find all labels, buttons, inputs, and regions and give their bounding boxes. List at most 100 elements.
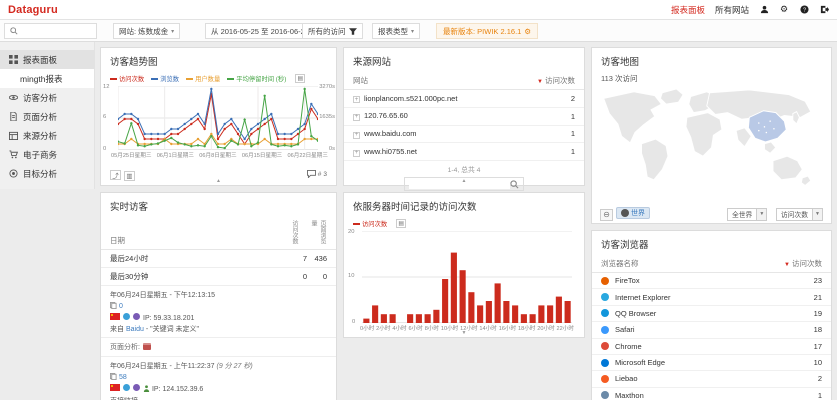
col-visits[interactable]: 访问次数 xyxy=(545,76,575,85)
dashboard-link[interactable]: 报表面板 xyxy=(671,4,705,16)
sidebar-item-label: 目标分析 xyxy=(23,168,57,180)
region-select[interactable]: 全世界▼ xyxy=(727,208,767,221)
zoom-out-icon[interactable]: ⊖ xyxy=(600,209,613,221)
table-row[interactable]: Maxthon1 xyxy=(592,388,831,400)
china-flag-icon xyxy=(110,313,120,320)
page-icon[interactable] xyxy=(143,343,151,350)
table-row: 最后30分钟 0 0 xyxy=(101,268,336,286)
col-browser-name[interactable]: 浏览器名称 xyxy=(601,258,639,269)
browser-icon xyxy=(123,384,130,391)
export-image-icon[interactable]: ▤ xyxy=(396,219,406,228)
col-visits[interactable]: 访问次数 xyxy=(792,259,822,268)
referrer-line: 直接链接 xyxy=(110,396,327,400)
expand-icon[interactable]: + xyxy=(353,132,360,139)
x-axis-tick: 16小时 xyxy=(499,324,516,332)
date-range-label: 从 2016-05-25 至 2016-06-24 xyxy=(211,26,309,37)
all-sites-link[interactable]: 所有网站 xyxy=(715,4,749,16)
table-row[interactable]: Liebao2 xyxy=(592,371,831,387)
table-row[interactable]: Internet Explorer21 xyxy=(592,289,831,305)
visited-page-icons[interactable] xyxy=(143,343,154,352)
gear-icon[interactable]: ⚙ xyxy=(779,5,789,15)
export-image-icon[interactable]: ▤ xyxy=(295,74,305,83)
segment-selector[interactable]: 所有的访问 xyxy=(302,23,363,39)
signout-icon[interactable] xyxy=(819,5,829,15)
y-axis-tick: 12 xyxy=(103,84,109,90)
search-input[interactable] xyxy=(21,26,91,37)
pagination-label: 1-4, 总共 4 xyxy=(344,164,584,174)
table-row[interactable]: Safari18 xyxy=(592,322,831,338)
world-map[interactable] xyxy=(598,85,825,202)
expand-icon[interactable]: + xyxy=(353,96,360,103)
sidebar-item-ecommerce[interactable]: 电子商务 xyxy=(0,145,94,164)
expand-icon[interactable]: + xyxy=(353,150,360,157)
collapse-caret[interactable]: ▲ xyxy=(462,178,467,184)
annotations-toggle[interactable]: #3 xyxy=(307,170,327,178)
table-row[interactable]: FireTox23 xyxy=(592,273,831,289)
sidebar: 报表面板 mingth报表 访客分析 页面分析 来源分析 电子商务 xyxy=(0,42,95,189)
qq-browser-icon xyxy=(601,309,609,317)
image-icon[interactable]: ▥ xyxy=(124,171,135,181)
global-search[interactable] xyxy=(4,23,97,39)
table-row[interactable]: +www.hi0755.net1 xyxy=(344,143,584,161)
metric-select[interactable]: 访问次数▼ xyxy=(776,208,823,221)
world-view-button[interactable]: 世界 xyxy=(616,207,650,219)
table-row[interactable]: Chrome17 xyxy=(592,339,831,355)
pages-count: 58 xyxy=(119,374,127,381)
table-search-input[interactable] xyxy=(409,180,510,189)
sidebar-item-pages[interactable]: 页面分析 xyxy=(0,107,94,126)
visits-by-server-time-panel: 依服务器时间记录的访问次数 访问次数 ▤ 20 10 0 0小时2小时4小时6小… xyxy=(343,192,585,338)
sidebar-item-goals[interactable]: 目标分析 xyxy=(0,164,94,183)
panel-title: 访客地图 xyxy=(592,48,831,73)
table-row[interactable]: +120.76.65.601 xyxy=(344,108,584,126)
table-row[interactable]: QQ Browser19 xyxy=(592,306,831,322)
trend-legend: 访问次数 浏览数 用户数量 平均停留时间 (秒) ▤ xyxy=(101,73,336,84)
trend-x-axis-labels: 05月25日星期三06月1日星期三06月8日星期三06月15日星期三06月22日… xyxy=(111,151,328,159)
edge-icon xyxy=(601,359,609,367)
page-analysis-label: 页面分析: xyxy=(110,342,140,352)
y-axis-tick: 0s xyxy=(329,146,335,152)
globe-icon xyxy=(621,209,629,217)
export-icon[interactable]: ⤴ xyxy=(110,170,121,180)
help-icon[interactable]: ? xyxy=(799,5,809,15)
legend-item-pageviews[interactable]: 浏览数 xyxy=(151,74,179,83)
baidu-link[interactable]: Baidu xyxy=(126,326,144,333)
legend-item-visits[interactable]: 访问次数 xyxy=(110,74,144,83)
version-notice[interactable]: 最新版本: PIWIK 2.16.1⚙ xyxy=(436,23,538,39)
collapse-caret[interactable]: ▲ xyxy=(216,178,221,184)
collapse-caret[interactable]: ▼ xyxy=(462,330,467,336)
sort-desc-icon: ▼ xyxy=(784,262,790,268)
y-axis-tick: 20 xyxy=(348,229,354,235)
legend-item-users[interactable]: 用户数量 xyxy=(186,74,220,83)
y-axis-tick: 1635s xyxy=(319,114,335,120)
user-icon[interactable] xyxy=(759,5,769,15)
col-date: 日期 xyxy=(110,235,280,246)
x-axis-tick: 06月15日星期三 xyxy=(242,151,282,159)
report-type-selector[interactable]: 报表类型▾ xyxy=(372,23,420,39)
col-website[interactable]: 网站 xyxy=(353,75,368,86)
search-icon xyxy=(10,27,18,35)
sidebar-item-mingth-report[interactable]: mingth报表 xyxy=(0,69,94,88)
site-selector[interactable]: 网站: 炼数成金▾ xyxy=(113,23,180,39)
sidebar-item-referrers[interactable]: 来源分析 xyxy=(0,126,94,145)
pages-count-icon xyxy=(110,302,117,311)
sidebar-item-dashboard[interactable]: 报表面板 xyxy=(0,50,94,69)
browser-icon xyxy=(123,313,130,320)
page-icon xyxy=(9,112,18,121)
table-row[interactable]: +lionplancom.s521.000pc.net2 xyxy=(344,90,584,108)
x-axis-tick: 6小时 xyxy=(409,324,423,332)
x-axis-tick: 0小时 xyxy=(360,324,374,332)
x-axis-tick: 8小时 xyxy=(425,324,439,332)
safari-icon xyxy=(601,326,609,334)
legend-item-duration[interactable]: 平均停留时间 (秒) xyxy=(227,74,286,83)
world-map-svg xyxy=(598,85,825,197)
x-axis-tick: 10小时 xyxy=(441,324,458,332)
expand-icon[interactable]: + xyxy=(353,114,360,121)
table-row[interactable]: Microsoft Edge10 xyxy=(592,355,831,371)
legend-item-visits[interactable]: 访问次数 xyxy=(353,219,387,228)
y-axis-tick: 10 xyxy=(348,273,354,279)
search-icon[interactable] xyxy=(510,180,519,189)
table-row[interactable]: +www.baidu.com1 xyxy=(344,126,584,144)
y-axis-tick: 6 xyxy=(103,114,106,120)
sidebar-item-visitors[interactable]: 访客分析 xyxy=(0,88,94,107)
sidebar-item-label: 来源分析 xyxy=(23,130,57,142)
